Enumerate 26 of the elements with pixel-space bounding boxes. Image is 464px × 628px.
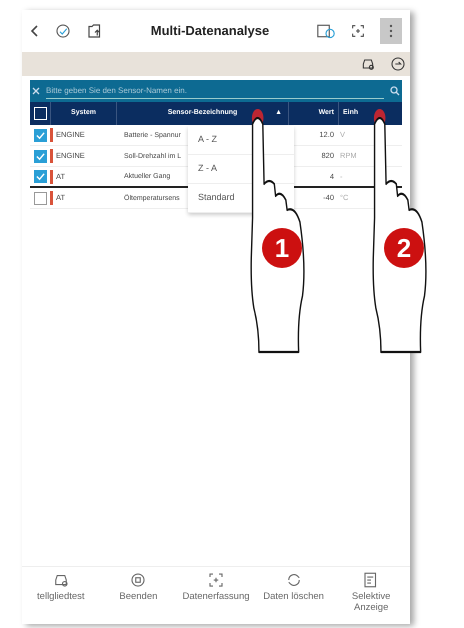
- nav-button[interactable]: Daten löschen: [254, 567, 332, 620]
- checkbox[interactable]: [34, 170, 46, 183]
- window-title: Multi-Datenanalyse: [150, 22, 270, 40]
- system-marker: [50, 149, 53, 163]
- search-bar[interactable]: Bitte geben Sie den Sensor-Namen ein.: [30, 80, 402, 102]
- stop-icon: [129, 571, 148, 589]
- capture-icon[interactable]: [350, 23, 366, 39]
- capture-icon: [206, 571, 225, 589]
- back-icon[interactable]: [30, 24, 40, 38]
- search-input[interactable]: Bitte geben Sie den Sensor-Namen ein.: [46, 83, 384, 99]
- checkbox[interactable]: [34, 150, 46, 162]
- more-menu-icon[interactable]: [380, 18, 402, 44]
- nav-button[interactable]: Beenden: [100, 567, 178, 620]
- system-marker: [50, 170, 53, 184]
- search-icon[interactable]: [390, 86, 400, 96]
- checkbox[interactable]: [34, 128, 46, 142]
- menu-item[interactable]: A - Z: [198, 133, 218, 147]
- checkbox[interactable]: [34, 192, 46, 204]
- menu-item[interactable]: Standard: [198, 191, 235, 205]
- system-marker: [50, 191, 53, 205]
- nav-button[interactable]: Selektive Anzeige: [332, 567, 410, 620]
- system-marker: [50, 128, 53, 142]
- nav-button[interactable]: tellgliedtest: [22, 567, 100, 620]
- close-icon[interactable]: [32, 87, 40, 95]
- nav-button[interactable]: Datenerfassung: [177, 567, 255, 620]
- menu-item[interactable]: Z - A: [198, 162, 218, 176]
